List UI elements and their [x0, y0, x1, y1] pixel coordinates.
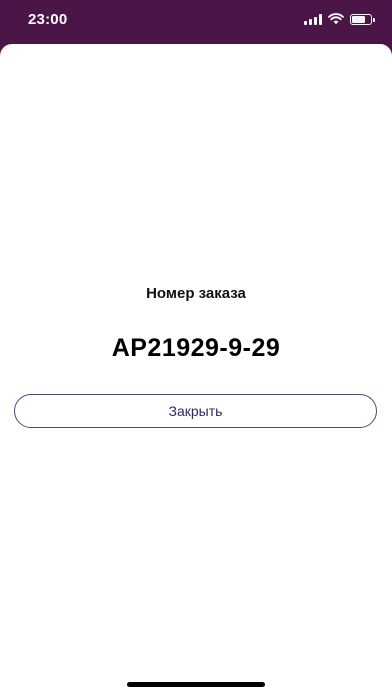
status-icons — [304, 12, 375, 26]
close-button-label: Закрыть — [168, 403, 223, 419]
status-time: 23:00 — [28, 11, 68, 28]
home-indicator[interactable] — [127, 682, 265, 687]
status-bar: 23:00 — [0, 0, 392, 40]
battery-icon — [350, 13, 375, 25]
cellular-signal-icon — [304, 13, 322, 25]
order-sheet: Номер заказа AP21929-9-29 Закрыть — [0, 44, 392, 696]
wifi-icon — [328, 13, 344, 25]
battery-fill — [352, 15, 365, 23]
order-number-value: AP21929-9-29 — [111, 334, 281, 362]
close-button[interactable]: Закрыть — [14, 394, 377, 428]
order-number-label: Номер заказа — [146, 285, 246, 302]
